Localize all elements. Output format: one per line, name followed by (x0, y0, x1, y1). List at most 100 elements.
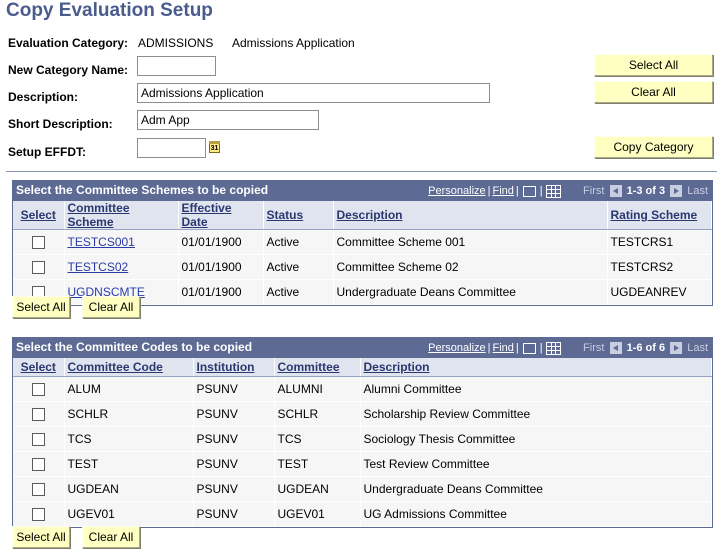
schemes-select-all-button[interactable]: Select All (12, 296, 70, 318)
description: UG Admissions Committee (360, 501, 712, 527)
prev-arrow-icon[interactable] (609, 342, 622, 355)
institution: PSUNV (193, 501, 275, 527)
last-label: Last (687, 342, 708, 354)
grid-title: Select the Committee Schemes to be copie… (16, 183, 269, 197)
codes-clear-all-button[interactable]: Clear All (82, 526, 140, 548)
table-row: ALUM PSUNV ALUMNI Alumni Committee (13, 376, 712, 402)
prev-arrow-icon[interactable] (609, 185, 622, 198)
grid-header: Select the Committee Codes to be copied … (13, 338, 712, 358)
clear-all-button[interactable]: Clear All (594, 81, 713, 103)
short-description-label: Short Description: (8, 117, 113, 131)
select-all-button[interactable]: Select All (594, 54, 713, 76)
view-all-icon[interactable] (522, 185, 536, 197)
col-header-rating-scheme[interactable]: Rating Scheme (607, 201, 712, 230)
first-label: First (583, 185, 605, 197)
schemes-clear-all-button[interactable]: Clear All (82, 296, 140, 318)
new-category-name-label: New Category Name: (8, 63, 129, 77)
effective-date: 01/01/1900 (178, 229, 264, 255)
status: Active (263, 229, 334, 255)
description: Undergraduate Deans Committee (360, 476, 712, 502)
committee-scheme-link[interactable]: TESTCS02 (68, 260, 129, 274)
status: Active (263, 279, 334, 305)
next-arrow-icon[interactable] (670, 185, 683, 198)
personalize-link[interactable]: Personalize (428, 185, 485, 197)
committee: ALUMNI (274, 376, 361, 402)
short-description-input[interactable]: Adm App (137, 110, 319, 130)
grid-nav: Personalize | Find | | First 1-6 of 6 Last (428, 341, 708, 355)
select-checkbox[interactable] (31, 407, 45, 421)
download-grid-icon[interactable] (545, 341, 561, 355)
select-checkbox[interactable] (31, 382, 45, 396)
select-checkbox[interactable] (31, 457, 45, 471)
col-header-committee-code[interactable]: Committee Code (64, 358, 194, 377)
rating-scheme: TESTCRS1 (607, 229, 712, 255)
institution: PSUNV (193, 476, 275, 502)
find-link[interactable]: Find (493, 342, 514, 354)
table-row: UGEV01 PSUNV UGEV01 UG Admissions Commit… (13, 501, 712, 527)
last-label: Last (687, 185, 708, 197)
calendar-icon[interactable]: 31 (209, 141, 220, 153)
institution: PSUNV (193, 401, 275, 427)
section-divider (6, 171, 717, 172)
download-grid-icon[interactable] (545, 184, 561, 198)
table-row: TEST PSUNV TEST Test Review Committee (13, 451, 712, 477)
committee-code: TEST (64, 451, 194, 477)
col-header-status[interactable]: Status (263, 201, 334, 230)
row-range: 1-3 of 3 (626, 185, 666, 197)
committee-code: UGDEAN (64, 476, 194, 502)
description: Committee Scheme 001 (333, 229, 608, 255)
setup-effdt-input[interactable] (137, 138, 206, 158)
table-row: TESTCS001 01/01/1900 Active Committee Sc… (13, 229, 712, 255)
committee-code: UGEV01 (64, 501, 194, 527)
copy-category-button[interactable]: Copy Category (594, 136, 713, 158)
committee-code: ALUM (64, 376, 194, 402)
rating-scheme: TESTCRS2 (607, 254, 712, 280)
col-header-institution[interactable]: Institution (193, 358, 275, 377)
committee: TCS (274, 426, 361, 452)
find-link[interactable]: Find (493, 185, 514, 197)
description: Undergraduate Deans Committee (333, 279, 608, 305)
select-checkbox[interactable] (31, 236, 45, 250)
row-range: 1-6 of 6 (626, 342, 666, 354)
committee-code: SCHLR (64, 401, 194, 427)
rating-scheme: UGDEANREV (607, 279, 712, 305)
col-header-select[interactable]: Select (13, 358, 65, 377)
select-checkbox[interactable] (31, 507, 45, 521)
committee: TEST (274, 451, 361, 477)
codes-select-all-button[interactable]: Select All (12, 526, 70, 548)
page-title: Copy Evaluation Setup (6, 0, 213, 21)
evaluation-category-desc: Admissions Application (232, 36, 355, 50)
table-row: TCS PSUNV TCS Sociology Thesis Committee (13, 426, 712, 452)
committee-scheme-link[interactable]: TESTCS001 (68, 235, 135, 249)
description-input[interactable]: Admissions Application (137, 83, 490, 103)
evaluation-category-code: ADMISSIONS (138, 36, 214, 50)
status: Active (263, 254, 334, 280)
institution: PSUNV (193, 426, 275, 452)
col-header-effective-date[interactable]: Effective Date (178, 201, 264, 230)
description: Test Review Committee (360, 451, 712, 477)
committee-code: TCS (64, 426, 194, 452)
institution: PSUNV (193, 451, 275, 477)
col-header-description[interactable]: Description (333, 201, 608, 230)
evaluation-category-label: Evaluation Category: (8, 36, 129, 50)
col-header-select[interactable]: Select (13, 201, 65, 230)
new-category-name-input[interactable] (137, 56, 216, 76)
table-row: TESTCS02 01/01/1900 Active Committee Sch… (13, 254, 712, 280)
description: Sociology Thesis Committee (360, 426, 712, 452)
select-checkbox[interactable] (31, 261, 45, 275)
col-header-committee-scheme[interactable]: Committee Scheme (64, 201, 179, 230)
col-header-description[interactable]: Description (360, 358, 712, 377)
select-checkbox[interactable] (31, 482, 45, 496)
select-checkbox[interactable] (31, 432, 45, 446)
view-all-icon[interactable] (522, 342, 536, 354)
description: Committee Scheme 02 (333, 254, 608, 280)
col-header-committee[interactable]: Committee (274, 358, 361, 377)
description-label: Description: (8, 90, 79, 104)
grid-nav: Personalize | Find | | First 1-3 of 3 Last (428, 184, 708, 198)
institution: PSUNV (193, 376, 275, 402)
personalize-link[interactable]: Personalize (428, 342, 485, 354)
table-row: UGDEAN PSUNV UGDEAN Undergraduate Deans … (13, 476, 712, 502)
committee-codes-grid: Select the Committee Codes to be copied … (12, 337, 713, 528)
setup-effdt-label: Setup EFFDT: (8, 145, 86, 159)
next-arrow-icon[interactable] (670, 342, 683, 355)
